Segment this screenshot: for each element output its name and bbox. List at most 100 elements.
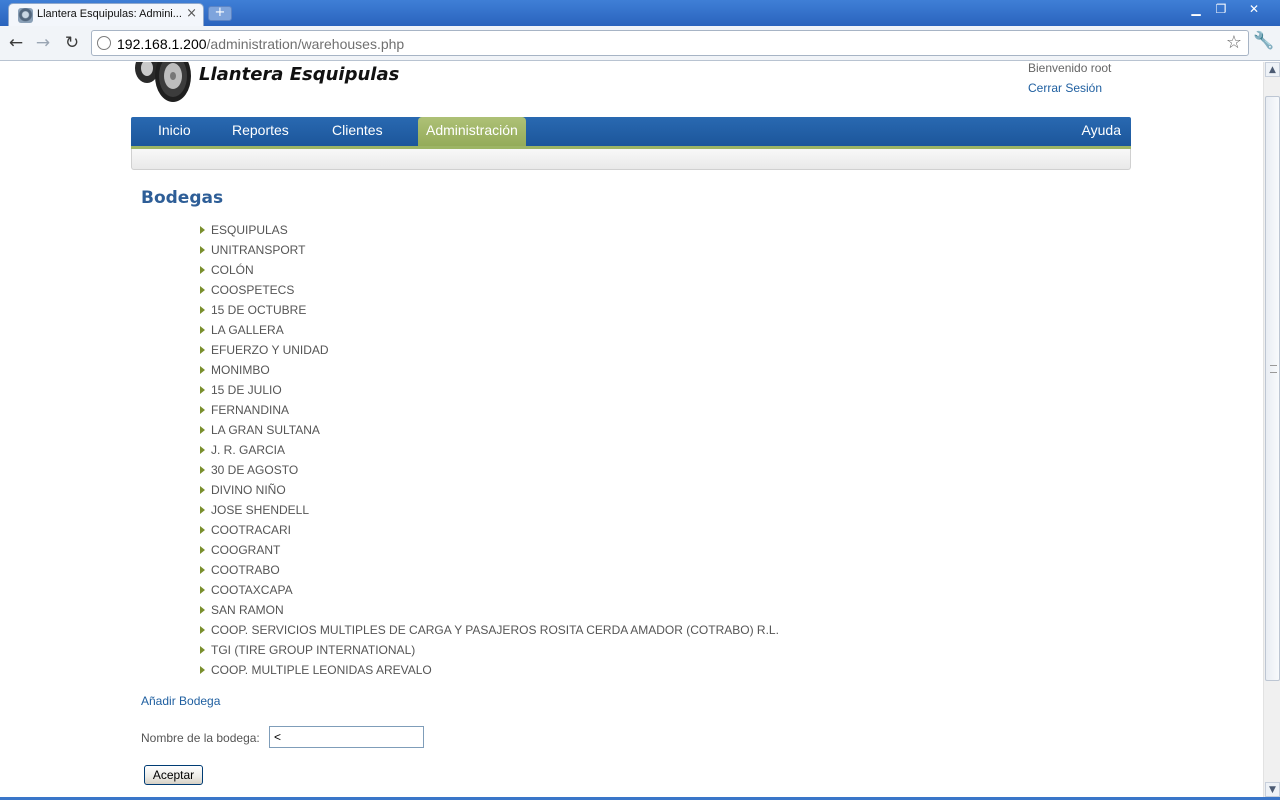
list-item[interactable]: TGI (TIRE GROUP INTERNATIONAL) xyxy=(200,640,779,660)
list-item[interactable]: COOTAXCAPA xyxy=(200,580,779,600)
list-item[interactable]: FERNANDINA xyxy=(200,400,779,420)
list-item[interactable]: COOP. SERVICIOS MULTIPLES DE CARGA Y PAS… xyxy=(200,620,779,640)
tires-logo xyxy=(135,62,191,102)
sub-nav-bar xyxy=(131,149,1131,170)
list-item[interactable]: EFUERZO Y UNIDAD xyxy=(200,340,779,360)
browser-titlebar: Llantera Esquipulas: Admini... × + ▁ ❐ ✕ xyxy=(0,0,1280,26)
warehouse-name: COOP. SERVICIOS MULTIPLES DE CARGA Y PAS… xyxy=(211,623,779,637)
bullet-arrow-icon xyxy=(200,246,205,254)
bullet-arrow-icon xyxy=(200,406,205,414)
list-item[interactable]: COOTRABO xyxy=(200,560,779,580)
list-item[interactable]: COOGRANT xyxy=(200,540,779,560)
back-arrow-icon[interactable]: ← xyxy=(5,32,27,54)
bullet-arrow-icon xyxy=(200,566,205,574)
bullet-arrow-icon xyxy=(200,666,205,674)
list-item[interactable]: J. R. GARCIA xyxy=(200,440,779,460)
globe-icon xyxy=(97,36,111,50)
bullet-arrow-icon xyxy=(200,526,205,534)
bullet-arrow-icon xyxy=(200,466,205,474)
warehouse-name: FERNANDINA xyxy=(211,403,290,417)
wrench-icon[interactable]: 🔧 xyxy=(1253,31,1274,51)
list-item[interactable]: LA GALLERA xyxy=(200,320,779,340)
list-item[interactable]: 15 DE JULIO xyxy=(200,380,779,400)
warehouse-name: COOTRACARI xyxy=(211,523,292,537)
star-icon[interactable]: ☆ xyxy=(1226,32,1242,53)
warehouse-name: UNITRANSPORT xyxy=(211,243,306,257)
tire-favicon-icon xyxy=(18,8,33,23)
warehouse-name: ESQUIPULAS xyxy=(211,223,288,237)
restore-icon[interactable]: ❐ xyxy=(1208,1,1234,19)
warehouse-name: COOTRABO xyxy=(211,563,280,577)
nav-item-clientes[interactable]: Clientes xyxy=(332,117,383,146)
list-item[interactable]: MONIMBO xyxy=(200,360,779,380)
bullet-arrow-icon xyxy=(200,286,205,294)
list-item[interactable]: DIVINO NIÑO xyxy=(200,480,779,500)
scroll-grip-icon xyxy=(1270,365,1277,373)
warehouse-name: TGI (TIRE GROUP INTERNATIONAL) xyxy=(211,643,416,657)
scroll-down-icon[interactable]: ▼ xyxy=(1265,782,1280,797)
minimize-icon[interactable]: ▁ xyxy=(1183,1,1209,19)
url-host: 192.168.1.200 xyxy=(117,36,207,52)
warehouse-name: COLÓN xyxy=(211,263,254,277)
page-viewport: Llantera Esquipulas Bienvenido root Cerr… xyxy=(0,62,1263,800)
list-item[interactable]: 15 DE OCTUBRE xyxy=(200,300,779,320)
warehouse-name-input[interactable] xyxy=(269,726,424,748)
warehouse-name: J. R. GARCIA xyxy=(211,443,286,457)
nav-item-ayuda[interactable]: Ayuda xyxy=(1082,117,1121,146)
warehouse-name: 30 DE AGOSTO xyxy=(211,463,299,477)
bullet-arrow-icon xyxy=(200,386,205,394)
logout-link[interactable]: Cerrar Sesión xyxy=(1028,81,1102,95)
nav-item-reportes[interactable]: Reportes xyxy=(232,117,289,146)
list-item[interactable]: COLÓN xyxy=(200,260,779,280)
bullet-arrow-icon xyxy=(200,506,205,514)
warehouse-list: ESQUIPULAS UNITRANSPORT COLÓN COOSPETECS 15 … xyxy=(200,220,779,680)
warehouse-name: LA GRAN SULTANA xyxy=(211,423,320,437)
reload-icon[interactable]: ↻ xyxy=(61,32,83,54)
list-item[interactable]: UNITRANSPORT xyxy=(200,240,779,260)
warehouse-name: 15 DE OCTUBRE xyxy=(211,303,307,317)
page-scrollbar[interactable]: ▲ ▼ xyxy=(1263,62,1280,800)
bullet-arrow-icon xyxy=(200,546,205,554)
warehouse-name: 15 DE JULIO xyxy=(211,383,282,397)
warehouse-name: COOGRANT xyxy=(211,543,281,557)
list-item[interactable]: JOSE SHENDELL xyxy=(200,500,779,520)
main-nav: Inicio Reportes Clientes Administración … xyxy=(131,117,1131,146)
warehouse-name: SAN RAMON xyxy=(211,603,284,617)
list-item[interactable]: SAN RAMON xyxy=(200,600,779,620)
warehouse-name: COOP. MULTIPLE LEONIDAS AREVALO xyxy=(211,663,432,677)
bullet-arrow-icon xyxy=(200,646,205,654)
nav-item-administracion[interactable]: Administración xyxy=(418,117,526,146)
tab-close-icon[interactable]: × xyxy=(186,6,197,21)
bullet-arrow-icon xyxy=(200,346,205,354)
nav-item-inicio[interactable]: Inicio xyxy=(158,117,191,146)
bullet-arrow-icon xyxy=(200,326,205,334)
list-item[interactable]: ESQUIPULAS xyxy=(200,220,779,240)
bullet-arrow-icon xyxy=(200,226,205,234)
list-item[interactable]: COOTRACARI xyxy=(200,520,779,540)
bullet-arrow-icon xyxy=(200,586,205,594)
list-item[interactable]: COOP. MULTIPLE LEONIDAS AREVALO xyxy=(200,660,779,680)
welcome-text: Bienvenido root xyxy=(1028,62,1112,75)
warehouse-name: COOTAXCAPA xyxy=(211,583,293,597)
list-item[interactable]: 30 DE AGOSTO xyxy=(200,460,779,480)
bullet-arrow-icon xyxy=(200,446,205,454)
bullet-arrow-icon xyxy=(200,266,205,274)
warehouse-name: JOSE SHENDELL xyxy=(211,503,310,517)
forward-arrow-icon[interactable]: → xyxy=(32,32,54,54)
scroll-up-icon[interactable]: ▲ xyxy=(1265,62,1280,77)
accept-button[interactable]: Aceptar xyxy=(144,765,203,785)
add-warehouse-link[interactable]: Añadir Bodega xyxy=(141,694,220,708)
browser-toolbar: ← → ↻ 192.168.1.200/administration/wareh… xyxy=(0,26,1280,61)
address-url[interactable]: 192.168.1.200/administration/warehouses.… xyxy=(117,36,404,52)
bullet-arrow-icon xyxy=(200,306,205,314)
bullet-arrow-icon xyxy=(200,486,205,494)
list-item[interactable]: LA GRAN SULTANA xyxy=(200,420,779,440)
window-close-icon[interactable]: ✕ xyxy=(1241,1,1267,19)
browser-tab[interactable]: Llantera Esquipulas: Admini... × xyxy=(8,3,204,26)
list-item[interactable]: COOSPETECS xyxy=(200,280,779,300)
address-bar[interactable]: 192.168.1.200/administration/warehouses.… xyxy=(91,30,1249,56)
warehouse-name: MONIMBO xyxy=(211,363,270,377)
new-tab-button[interactable]: + xyxy=(208,6,232,21)
scrollbar-thumb[interactable] xyxy=(1265,96,1280,681)
bullet-arrow-icon xyxy=(200,606,205,614)
